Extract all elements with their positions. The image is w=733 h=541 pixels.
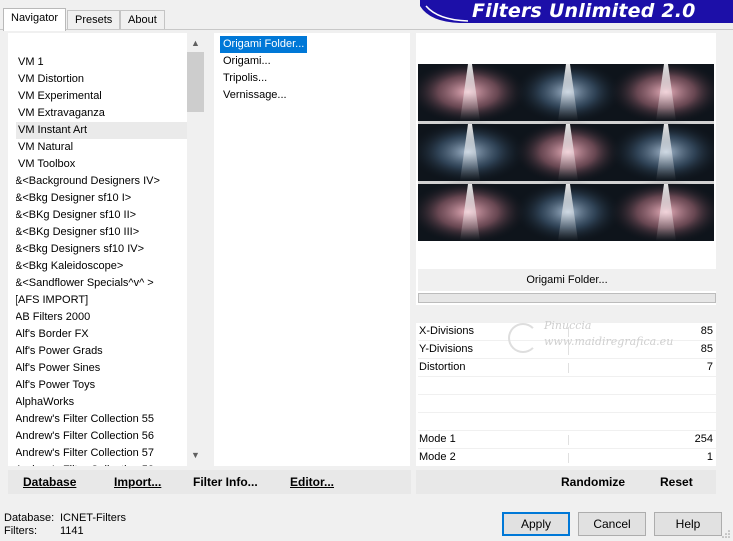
- filter-category-item[interactable]: AlphaWorks: [16, 394, 192, 411]
- filter-category-item[interactable]: Alf's Power Grads: [16, 343, 192, 360]
- param-value[interactable]: 1: [707, 451, 713, 463]
- tab-about-label: About: [128, 14, 157, 26]
- filter-category-item[interactable]: &<Background Designers IV>: [16, 173, 192, 190]
- param-label: Mode 2: [419, 451, 456, 463]
- effect-item[interactable]: Vernissage...: [220, 87, 290, 104]
- filter-category-item[interactable]: VM Experimental: [16, 88, 192, 105]
- cancel-button[interactable]: Cancel: [578, 512, 646, 536]
- param-value[interactable]: 85: [701, 343, 713, 355]
- tab-navigator-label: Navigator: [11, 12, 59, 24]
- effect-item[interactable]: Tripolis...: [220, 70, 270, 87]
- help-button[interactable]: Help: [654, 512, 722, 536]
- param-value[interactable]: 254: [695, 433, 713, 445]
- status-filters-value: 1141: [60, 525, 84, 537]
- status-filters-label: Filters:: [4, 525, 37, 537]
- filter-category-item[interactable]: Andrew's Filter Collection 57: [16, 445, 192, 462]
- watermark-swirl-icon: [508, 323, 538, 353]
- progress-bar: [418, 293, 716, 303]
- status-database-label: Database:: [4, 512, 55, 524]
- preview-render: [408, 60, 724, 244]
- filter-category-item[interactable]: &<Bkg Designer sf10 I>: [16, 190, 192, 207]
- filter-category-item[interactable]: VM Natural: [16, 139, 192, 156]
- database-button-label: Database: [23, 475, 77, 489]
- param-slider-divider: [568, 363, 569, 373]
- param-label: Mode 1: [419, 433, 456, 445]
- banner: Filters Unlimited 2.0: [420, 0, 733, 23]
- param-empty-2: [418, 395, 716, 413]
- watermark-url: www.maidiregrafica.eu: [544, 335, 674, 348]
- param-value[interactable]: 85: [701, 325, 713, 337]
- watermark-title: Pinuccia: [544, 319, 592, 332]
- filter-category-item[interactable]: &<Sandflower Specials^v^ >: [16, 275, 192, 292]
- filter-category-item[interactable]: VM 1: [16, 54, 192, 71]
- param-empty-3: [418, 413, 716, 431]
- preview-band-3: [408, 180, 724, 244]
- param-value[interactable]: 7: [707, 361, 713, 373]
- editor-button-label: Editor...: [290, 475, 335, 489]
- tab-presets[interactable]: Presets: [67, 10, 121, 30]
- database-button[interactable]: Database: [23, 475, 76, 489]
- filter-category-item[interactable]: VM Toolbox: [16, 156, 192, 173]
- scroll-thumb[interactable]: [187, 52, 204, 112]
- filter-category-item[interactable]: Alf's Power Sines: [16, 360, 192, 377]
- chevron-up-icon[interactable]: ▲: [187, 35, 204, 52]
- tab-divider: [0, 29, 733, 30]
- apply-button[interactable]: Apply: [502, 512, 570, 536]
- filter-info-button-label: Filter Info...: [193, 475, 258, 489]
- param-label: Distortion: [419, 361, 466, 373]
- filter-category-item[interactable]: Andrew's Filter Collection 55: [16, 411, 192, 428]
- param-empty-1: [418, 377, 716, 395]
- filter-category-list[interactable]: VM 1 VM Distortion VM Experimental VM Extra…: [8, 33, 204, 466]
- preview-panel: Origami Folder... X-Divisions 85 Y-Divis…: [408, 33, 724, 467]
- param-mode-2[interactable]: Mode 2 1: [418, 449, 716, 467]
- filter-category-item[interactable]: Andrew's Filter Collection 56: [16, 428, 192, 445]
- navigator-button-bar: Database Import... Filter Info... Editor…: [8, 470, 411, 494]
- filter-category-item[interactable]: [AFS IMPORT]: [16, 292, 192, 309]
- filter-info-button[interactable]: Filter Info...: [193, 475, 258, 489]
- chevron-down-icon[interactable]: ▼: [187, 447, 204, 464]
- preview-image: [408, 60, 724, 244]
- effect-item[interactable]: Origami Folder...: [220, 36, 308, 53]
- param-label: X-Divisions: [419, 325, 475, 337]
- param-slider-divider: [568, 453, 569, 463]
- filter-list-scrollbar[interactable]: ▲ ▼: [187, 33, 204, 466]
- param-slider-divider: [568, 435, 569, 445]
- reset-button[interactable]: Reset: [660, 475, 693, 489]
- filter-category-item[interactable]: &<Bkg Designers sf10 IV>: [16, 241, 192, 258]
- status-database-value: ICNET-Filters: [60, 512, 126, 524]
- tab-about[interactable]: About: [120, 10, 165, 30]
- filter-category-item[interactable]: Andrew's Filter Collection 58: [16, 462, 192, 466]
- resize-grip-icon[interactable]: [721, 529, 731, 539]
- filter-category-item[interactable]: VM Extravaganza: [16, 105, 192, 122]
- filter-category-item[interactable]: &<BKg Designer sf10 II>: [16, 207, 192, 224]
- filter-category-item[interactable]: VM Distortion: [16, 71, 192, 88]
- filter-category-item[interactable]: &<BKg Designer sf10 III>: [16, 224, 192, 241]
- filter-category-item[interactable]: &<Bkg Kaleidoscope>: [16, 258, 192, 275]
- preview-band-1: [408, 60, 724, 124]
- tab-navigator[interactable]: Navigator: [3, 8, 67, 31]
- param-mode-1[interactable]: Mode 1 254: [418, 431, 716, 449]
- tab-bar: Navigator Presets About: [0, 8, 170, 31]
- effect-item[interactable]: Origami...: [220, 53, 274, 70]
- banner-title: Filters Unlimited 2.0: [472, 0, 696, 22]
- import-button[interactable]: Import...: [114, 475, 161, 489]
- filter-category-items: VM 1 VM Distortion VM Experimental VM Extra…: [16, 54, 192, 466]
- preview-band-2: [408, 120, 724, 184]
- effects-list[interactable]: Origami Folder... Origami... Tripolis... Ve…: [214, 33, 410, 466]
- editor-button[interactable]: Editor...: [290, 475, 334, 489]
- preview-button-bar: Randomize Reset: [416, 470, 716, 494]
- effect-name-label: Origami Folder...: [418, 269, 716, 291]
- randomize-button[interactable]: Randomize: [561, 475, 625, 489]
- filter-category-item[interactable]: VM Instant Art: [16, 122, 192, 139]
- filter-category-item[interactable]: AB Filters 2000: [16, 309, 192, 326]
- tab-presets-label: Presets: [75, 14, 113, 26]
- param-distortion[interactable]: Distortion 7: [418, 359, 716, 377]
- effects-items: Origami Folder... Origami... Tripolis... Ve…: [220, 36, 308, 104]
- filter-category-item[interactable]: Alf's Power Toys: [16, 377, 192, 394]
- import-button-label: Import...: [114, 475, 162, 489]
- param-label: Y-Divisions: [419, 343, 474, 355]
- filter-category-item[interactable]: Alf's Border FX: [16, 326, 192, 343]
